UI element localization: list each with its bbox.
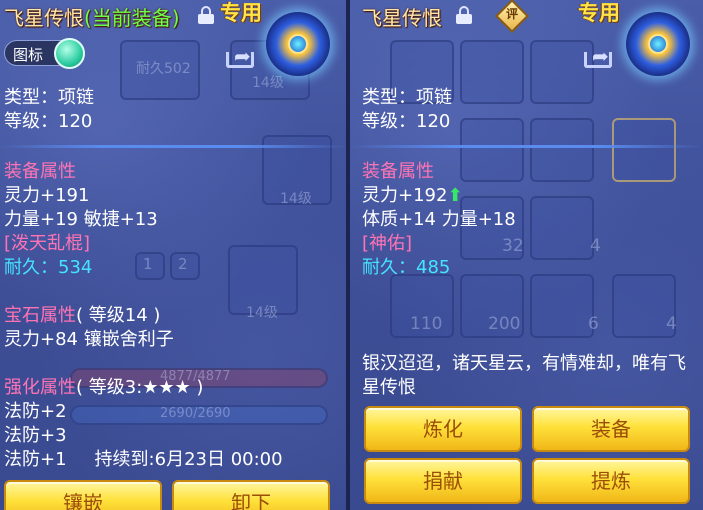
- attr-line-with-arrow: 灵力+192⬆: [362, 184, 463, 208]
- up-arrow-icon: ⬆: [447, 185, 463, 206]
- attr-line: 灵力+192: [362, 185, 448, 206]
- item-level: 等级：120: [4, 111, 93, 132]
- equip-button[interactable]: 装备: [532, 406, 690, 452]
- durability-label: 耐久：: [4, 257, 58, 278]
- equip-attr-header: 装备属性: [362, 161, 434, 182]
- lock-icon[interactable]: [456, 6, 472, 24]
- bg-text: 2690/2690: [160, 406, 231, 421]
- divider: [350, 145, 703, 148]
- current-equipped-tag: (当前装备): [84, 6, 180, 30]
- enhance-line: 法防+1: [4, 449, 67, 470]
- left-item-panel: 耐久502 14级 14级 14级 1 2 4877/4877 2690/269…: [0, 0, 346, 510]
- enhance-line-with-duration: 法防+1 持续到:6月23日 00:00: [4, 448, 283, 472]
- enhance-level: ( 等级3:★★★ ): [76, 377, 204, 398]
- enhance-attr-header: 强化属性: [4, 377, 76, 398]
- bg-slot: [530, 118, 594, 182]
- item-name: 飞星传恨: [362, 6, 442, 30]
- bg-slot: [460, 274, 524, 338]
- gem-line: 灵力+84 镶嵌舍利子: [4, 329, 174, 350]
- item-description: 银汉迢迢，诸天星云，有情难却，唯有飞星传恨: [362, 353, 686, 398]
- bg-slot: [390, 274, 454, 338]
- icon-toggle[interactable]: 图标: [4, 38, 85, 69]
- bg-slot: [530, 274, 594, 338]
- durability-value: 485: [416, 257, 451, 278]
- bg-text: 1: [143, 255, 153, 273]
- rate-label: 评: [505, 7, 518, 21]
- item-type: 类型：项链: [362, 87, 452, 108]
- durability-line: 耐久：485: [362, 256, 450, 280]
- durability-line: 耐久：534: [4, 256, 92, 280]
- refine-button[interactable]: 炼化: [364, 406, 522, 452]
- toggle-label: 图标: [13, 46, 44, 64]
- bg-count: 110: [410, 314, 443, 334]
- bg-slot: [460, 118, 524, 182]
- special-skill: [神佑]: [362, 233, 413, 254]
- bg-text: 耐久502: [136, 61, 191, 77]
- item-type: 类型：项链: [4, 87, 94, 108]
- bg-slot: [135, 252, 165, 280]
- bg-slot-selected: [612, 118, 676, 182]
- attr-line: 体质+14 力量+18: [362, 209, 516, 230]
- unequip-button[interactable]: 卸下: [172, 480, 330, 510]
- donate-button[interactable]: 捐献: [364, 458, 522, 504]
- bg-mp-bar: [70, 405, 328, 425]
- special-skill: [泼天乱棍]: [4, 233, 91, 254]
- bg-slot: [120, 40, 200, 100]
- bg-count: 32: [502, 236, 524, 256]
- bg-slot: [612, 274, 676, 338]
- item-level: 等级：120: [362, 111, 451, 132]
- exclusive-label: 专用: [220, 1, 262, 25]
- right-item-panel: 32 4 110 200 6 4 飞星传恨 评 专用 ➦ 类型：项链 等级：12…: [350, 0, 703, 510]
- bg-slot: [530, 196, 594, 260]
- share-icon[interactable]: ➦: [226, 42, 258, 68]
- bg-count: 200: [488, 314, 521, 334]
- bg-slot: [170, 252, 200, 280]
- bg-text: 14级: [246, 305, 278, 321]
- bg-text: 2: [178, 255, 188, 273]
- item-title: 飞星传恨(当前装备): [4, 2, 180, 31]
- gem-attr-header: 宝石属性: [4, 305, 76, 326]
- enhance-line: 法防+2: [4, 401, 67, 422]
- necklace-item-icon: [266, 12, 330, 76]
- item-name: 飞星传恨: [4, 6, 84, 30]
- durability-value: 534: [58, 257, 93, 278]
- divider: [0, 145, 346, 148]
- duration-text: 持续到:6月23日 00:00: [94, 449, 283, 470]
- bg-count: 6: [588, 314, 599, 334]
- extract-button[interactable]: 提炼: [532, 458, 690, 504]
- bg-text: 14级: [252, 75, 284, 91]
- necklace-item-icon: [626, 12, 690, 76]
- attr-line: 灵力+191: [4, 185, 90, 206]
- bg-count: 4: [666, 314, 677, 334]
- bg-slot: [460, 40, 524, 104]
- bg-text: 14级: [280, 191, 312, 207]
- bg-count: 4: [590, 236, 601, 256]
- gem-level: ( 等级14 ): [76, 305, 161, 326]
- attr-line: 力量+19 敏捷+13: [4, 209, 158, 230]
- lock-icon[interactable]: [198, 6, 214, 24]
- enhance-line: 法防+3: [4, 425, 67, 446]
- exclusive-label: 专用: [578, 1, 620, 25]
- inlay-button[interactable]: 镶嵌: [4, 480, 162, 510]
- durability-label: 耐久：: [362, 257, 416, 278]
- enhance-header-line: 强化属性( 等级3:★★★ ): [4, 376, 203, 400]
- bg-slot: [228, 245, 298, 315]
- share-icon[interactable]: ➦: [584, 42, 616, 68]
- toggle-knob: [54, 38, 85, 69]
- equip-attr-header: 装备属性: [4, 161, 76, 182]
- gem-header-line: 宝石属性( 等级14 ): [4, 304, 160, 328]
